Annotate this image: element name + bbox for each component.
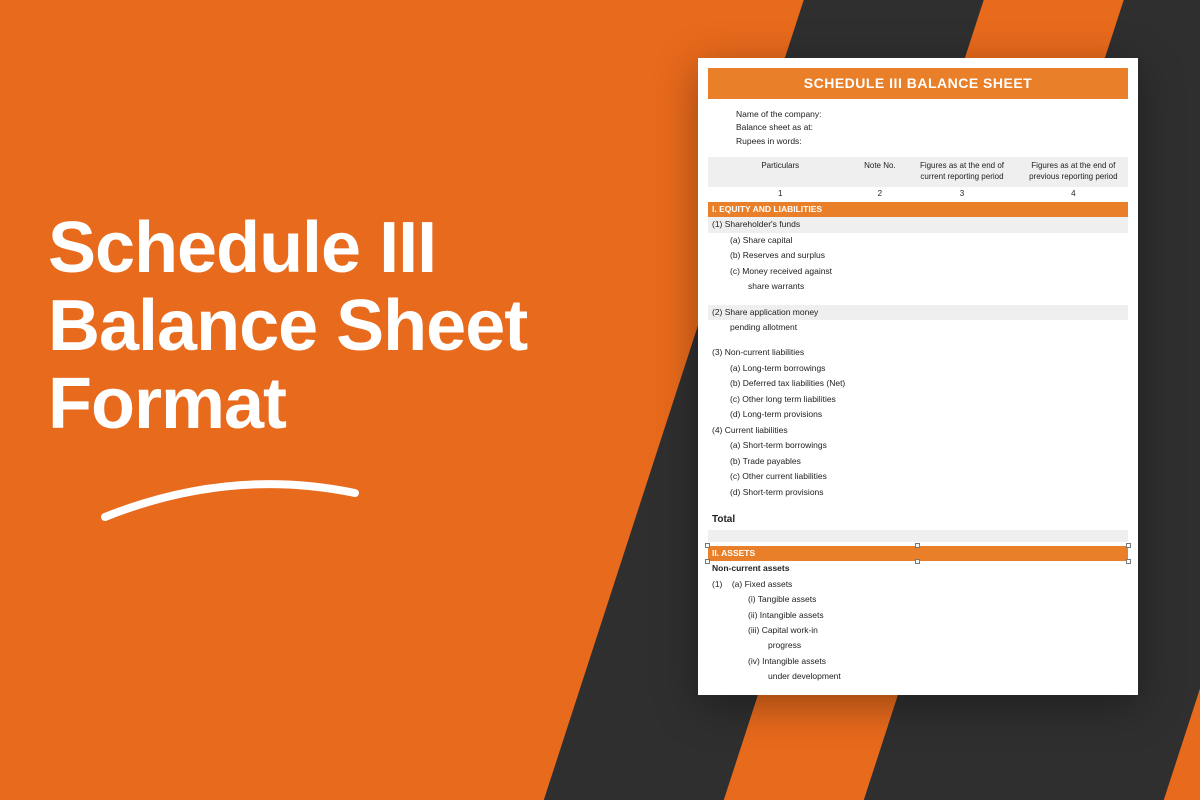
row-current-liabilities: (4) Current liabilities [708,423,1128,438]
row-noncurrent-liabilities: (3) Non-current liabilities [708,345,1128,360]
underline-swoosh [100,475,360,535]
row-share-warrants: share warrants [708,279,1128,294]
selection-handle-icon [705,559,710,564]
row-money-received: (c) Money received against [708,264,1128,279]
row-longterm-provisions: (d) Long-term provisions [708,407,1128,422]
row-pending-allotment: pending allotment [708,320,1128,335]
selection-handle-icon [915,543,920,548]
total-bar [708,530,1128,542]
document-preview: SCHEDULE III BALANCE SHEET Name of the c… [698,58,1138,695]
colnum-2: 2 [856,189,903,200]
row-share-application: (2) Share application money [708,305,1128,320]
selection-handle-icon [1126,559,1131,564]
row-under-development: under development [708,669,1128,684]
col-particulars: Particulars [710,161,850,183]
fixed-header: (a) Fixed assets [732,579,792,589]
row-reserves-surplus: (b) Reserves and surplus [708,248,1128,263]
headline-line-3: Format [48,366,527,444]
fixed-num: (1) [712,579,722,589]
row-fixed-assets: (1) (a) Fixed assets [708,577,1128,592]
selection-handle-icon [705,543,710,548]
selection-handle-icon [915,559,920,564]
document-meta: Name of the company: Balance sheet as at… [736,109,1128,147]
row-other-current: (c) Other current liabilities [708,469,1128,484]
row-deferred-tax: (b) Deferred tax liabilities (Net) [708,376,1128,391]
spacer [708,500,1128,510]
meta-rupees: Rupees in words: [736,136,1128,147]
meta-company: Name of the company: [736,109,1128,120]
row-longterm-borrowings: (a) Long-term borrowings [708,361,1128,376]
col-current: Figures as at the end of current reporti… [909,161,1014,183]
headline-title: Schedule III Balance Sheet Format [48,210,527,443]
headline-line-1: Schedule III [48,210,527,288]
spacer [708,335,1128,345]
row-capital-workin: (iii) Capital work-in [708,623,1128,638]
col-note-no: Note No. [856,161,903,183]
row-other-longterm: (c) Other long term liabilities [708,392,1128,407]
section-assets-label: II. ASSETS [712,548,755,558]
row-share-capital: (a) Share capital [708,233,1128,248]
meta-as-at: Balance sheet as at: [736,122,1128,133]
row-shortterm-provisions: (d) Short-term provisions [708,485,1128,500]
row-trade-payables: (b) Trade payables [708,454,1128,469]
column-header-row: Particulars Note No. Figures as at the e… [708,157,1128,187]
col-previous: Figures as at the end of previous report… [1021,161,1126,183]
row-tangible: (i) Tangible assets [708,592,1128,607]
row-shareholders-funds: (1) Shareholder's funds [708,217,1128,232]
colnum-1: 1 [710,189,850,200]
headline-line-2: Balance Sheet [48,288,527,366]
row-progress: progress [708,638,1128,653]
column-number-row: 1 2 3 4 [708,187,1128,202]
selection-handle-icon [1126,543,1131,548]
section-assets: II. ASSETS [708,546,1128,561]
document-title-bar: SCHEDULE III BALANCE SHEET [708,68,1128,99]
row-intangible-assets: (iv) Intangible assets [708,654,1128,669]
row-shortterm-borrowings: (a) Short-term borrowings [708,438,1128,453]
row-intangible: (ii) Intangible assets [708,608,1128,623]
section-equity-liabilities: I. EQUITY AND LIABILITIES [708,202,1128,217]
colnum-4: 4 [1021,189,1126,200]
row-total: Total [708,510,1128,530]
spacer [708,295,1128,305]
colnum-3: 3 [909,189,1014,200]
